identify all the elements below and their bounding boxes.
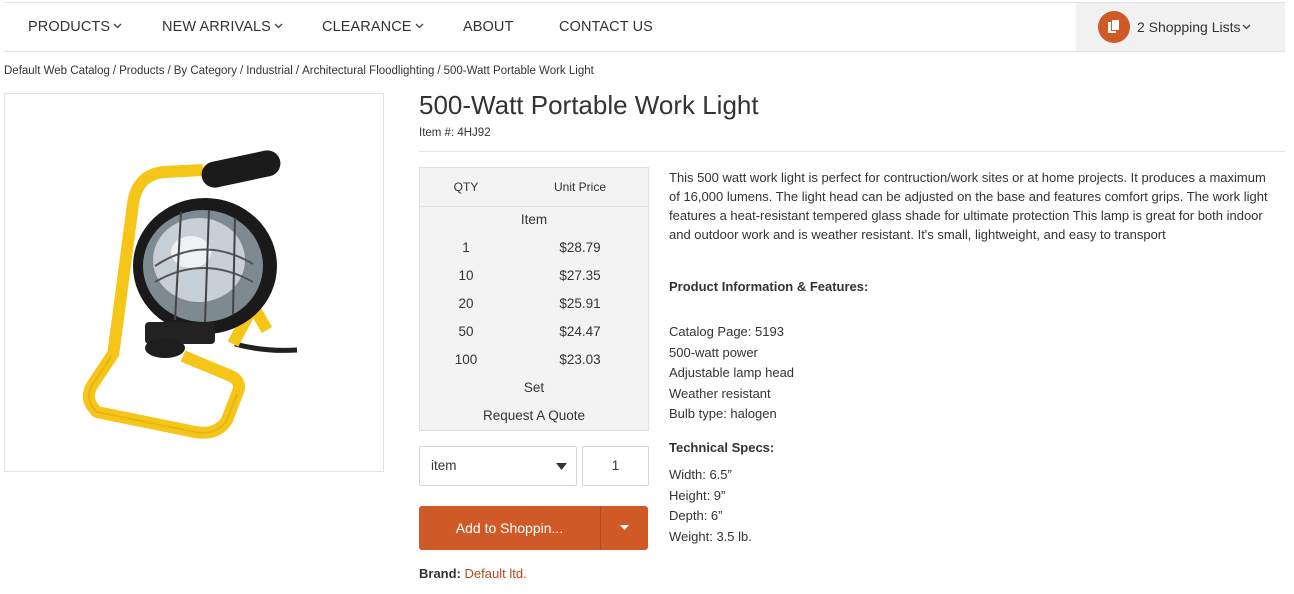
breadcrumb: Default Web Catalog / Products / By Category… xyxy=(4,65,594,77)
features-heading: Product Information & Features: xyxy=(669,279,869,294)
spec-item: Depth: 6” xyxy=(669,508,723,524)
quantity-input[interactable]: 1 xyxy=(582,446,649,486)
price-row-qty: 10 xyxy=(458,268,474,283)
feature-item: Catalog Page: 5193 xyxy=(669,324,784,339)
breadcrumb-link-catalog[interactable]: Default Web Catalog xyxy=(4,65,110,77)
price-table-header: QTY Unit Price xyxy=(420,168,648,207)
top-navigation: PRODUCTS NEW ARRIVALS CLEARANCE ABOUT CO… xyxy=(4,2,1285,52)
price-row-price: $27.35 xyxy=(559,268,601,283)
shopping-lists-button[interactable]: 2 Shopping Lists xyxy=(1076,3,1285,51)
price-row-price: $28.79 xyxy=(559,240,601,255)
price-row-qty: 100 xyxy=(454,352,478,367)
caret-down-icon xyxy=(620,525,629,530)
breadcrumb-current: 500-Watt Portable Work Light xyxy=(443,65,594,77)
add-to-shopping-list-button[interactable]: Add to Shoppin... xyxy=(419,506,600,550)
price-row: 1 $28.79 xyxy=(420,234,648,262)
qty-header: QTY xyxy=(453,180,479,194)
nav-contact-us[interactable]: CONTACT US xyxy=(559,3,653,51)
nav-new-arrivals[interactable]: NEW ARRIVALS xyxy=(162,3,283,51)
nav-clearance-label: CLEARANCE xyxy=(322,19,412,35)
nav-products[interactable]: PRODUCTS xyxy=(28,3,122,51)
price-row-qty: 1 xyxy=(462,240,470,255)
shopping-lists-label: 2 Shopping Lists xyxy=(1137,19,1241,35)
price-group-item: Item xyxy=(520,212,548,227)
chevron-down-icon xyxy=(1242,24,1251,30)
price-row-price: $25.91 xyxy=(559,296,601,311)
feature-item: Adjustable lamp head xyxy=(669,365,795,381)
nav-contact-us-label: CONTACT US xyxy=(559,19,653,35)
feature-item: Weather resistant xyxy=(669,385,771,401)
divider xyxy=(419,151,1285,152)
unit-price-header: Unit Price xyxy=(553,180,606,194)
brand-line: Brand: Default ltd. xyxy=(419,566,527,581)
request-quote-link[interactable]: Request A Quote xyxy=(420,402,648,430)
specs-list: Width: 6.5” Height: 9” Depth: 6” Weight:… xyxy=(669,465,752,547)
add-to-shopping-list-button-group: Add to Shoppin... xyxy=(419,506,648,550)
nav-products-label: PRODUCTS xyxy=(28,19,111,35)
product-title: 500-Watt Portable Work Light xyxy=(419,90,759,120)
breadcrumb-link-floodlighting[interactable]: Architectural Floodlighting xyxy=(302,65,434,77)
specs-heading: Technical Specs: xyxy=(669,440,775,455)
price-row-price: $23.03 xyxy=(559,352,601,367)
spec-item: Width: 6.5” xyxy=(669,467,732,482)
breadcrumb-link-by-category[interactable]: By Category xyxy=(174,65,237,77)
price-table: QTY Unit Price Item 1 $28.79 10 $27.35 2… xyxy=(419,167,649,431)
spec-item: Weight: 3.5 lb. xyxy=(669,528,752,544)
nav-about[interactable]: ABOUT xyxy=(463,3,513,51)
feature-item: 500-watt power xyxy=(669,344,758,360)
price-row-qty: 20 xyxy=(458,296,474,311)
chevron-down-icon xyxy=(274,23,283,29)
caret-down-icon xyxy=(556,463,567,470)
price-row: 10 $27.35 xyxy=(420,262,648,290)
chevron-down-icon xyxy=(415,23,424,29)
spec-item: Height: 9” xyxy=(669,487,726,503)
features-list: Catalog Page: 5193 500-watt power Adjust… xyxy=(669,322,794,425)
unit-selected-value: item xyxy=(431,458,457,473)
product-image[interactable] xyxy=(4,93,384,472)
feature-item: Bulb type: halogen xyxy=(669,406,777,422)
shopping-list-badge xyxy=(1098,11,1130,43)
price-group-set: Set xyxy=(523,380,545,395)
product-description: This 500 watt work light is perfect for … xyxy=(669,170,1268,242)
add-options-dropdown-button[interactable] xyxy=(601,506,648,550)
work-light-illustration xyxy=(82,150,298,439)
nav-about-label: ABOUT xyxy=(463,19,514,35)
unit-of-measure-select[interactable]: item xyxy=(419,446,577,486)
breadcrumb-link-products[interactable]: Products xyxy=(119,65,164,77)
shopping-list-icon xyxy=(1108,19,1120,33)
chevron-down-icon xyxy=(113,23,122,29)
brand-label: Brand: xyxy=(419,566,461,581)
price-row: 20 $25.91 xyxy=(420,290,648,318)
breadcrumb-link-industrial[interactable]: Industrial xyxy=(246,65,293,77)
price-row: 50 $24.47 xyxy=(420,318,648,346)
brand-link[interactable]: Default ltd. xyxy=(465,566,527,581)
item-number: Item #: 4HJ92 xyxy=(419,127,491,139)
price-row-qty: 50 xyxy=(458,324,474,339)
price-row-price: $24.47 xyxy=(559,324,601,339)
nav-new-arrivals-label: NEW ARRIVALS xyxy=(162,19,271,35)
price-row: 100 $23.03 xyxy=(420,346,648,374)
nav-clearance[interactable]: CLEARANCE xyxy=(322,3,424,51)
